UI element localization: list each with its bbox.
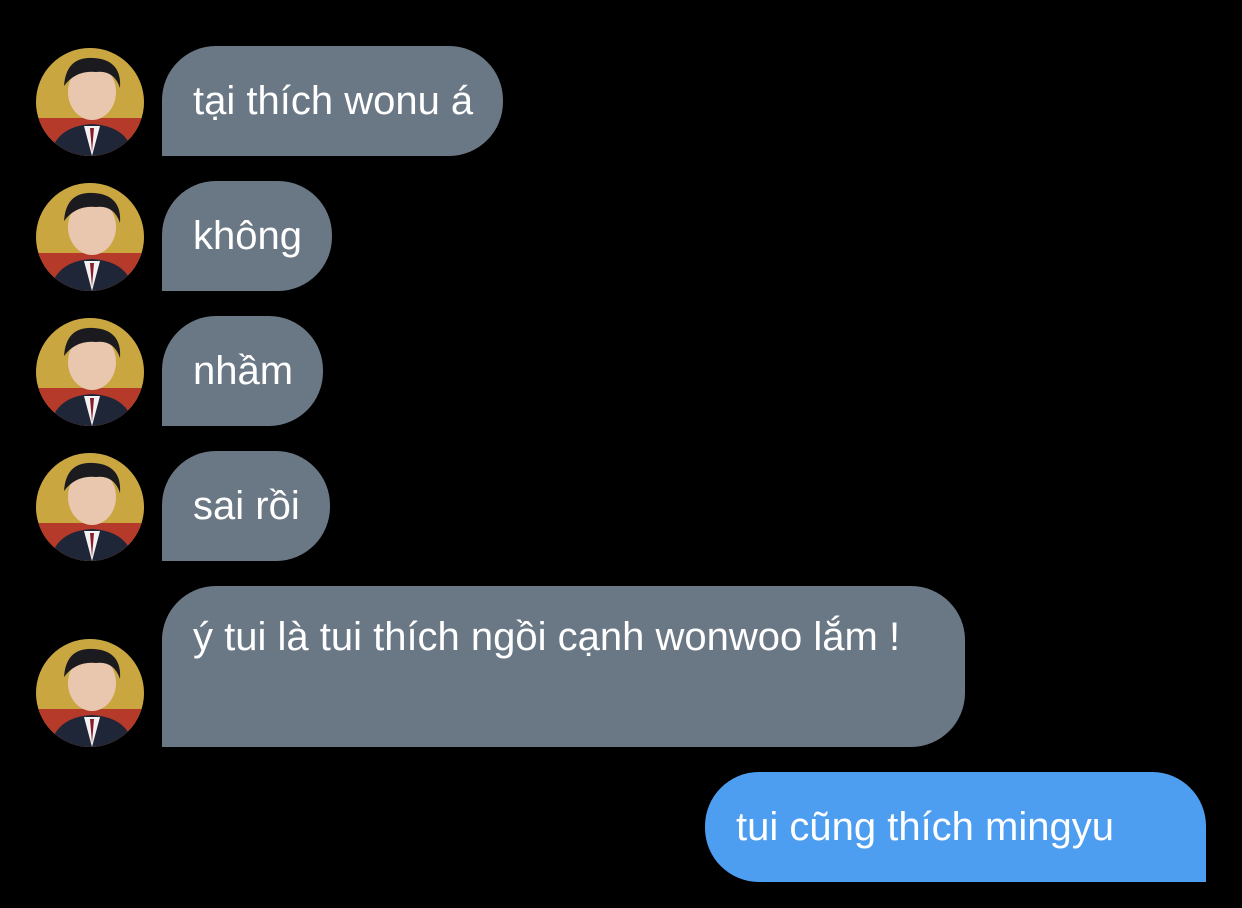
message-text: ý tui là tui thích ngồi cạnh wonwoo lắm … (193, 615, 901, 659)
message-text: sai rồi (193, 484, 300, 528)
message-text: nhầm (193, 349, 294, 393)
message-bubble-received[interactable]: không (162, 181, 332, 291)
sender-avatar[interactable] (36, 453, 144, 561)
sender-avatar[interactable] (36, 183, 144, 291)
chat-thread: tại thích wonu á không nhầm sai rồi ý tu… (0, 0, 1242, 908)
avatar-photo-icon (36, 453, 144, 561)
message-text: tại thích wonu á (193, 79, 474, 123)
message-bubble-received[interactable]: sai rồi (162, 451, 330, 561)
sender-avatar[interactable] (36, 639, 144, 747)
message-text: không (193, 214, 302, 258)
message-bubble-sent[interactable]: tui cũng thích mingyu (705, 772, 1206, 882)
sender-avatar[interactable] (36, 48, 144, 156)
message-bubble-received[interactable]: tại thích wonu á (162, 46, 504, 156)
message-bubble-received[interactable]: nhầm (162, 316, 324, 426)
avatar-photo-icon (36, 318, 144, 426)
message-text: tui cũng thích mingyu (736, 805, 1114, 849)
message-bubble-received[interactable]: ý tui là tui thích ngồi cạnh wonwoo lắm … (162, 586, 965, 747)
avatar-photo-icon (36, 639, 144, 747)
sender-avatar[interactable] (36, 318, 144, 426)
avatar-photo-icon (36, 48, 144, 156)
avatar-photo-icon (36, 183, 144, 291)
